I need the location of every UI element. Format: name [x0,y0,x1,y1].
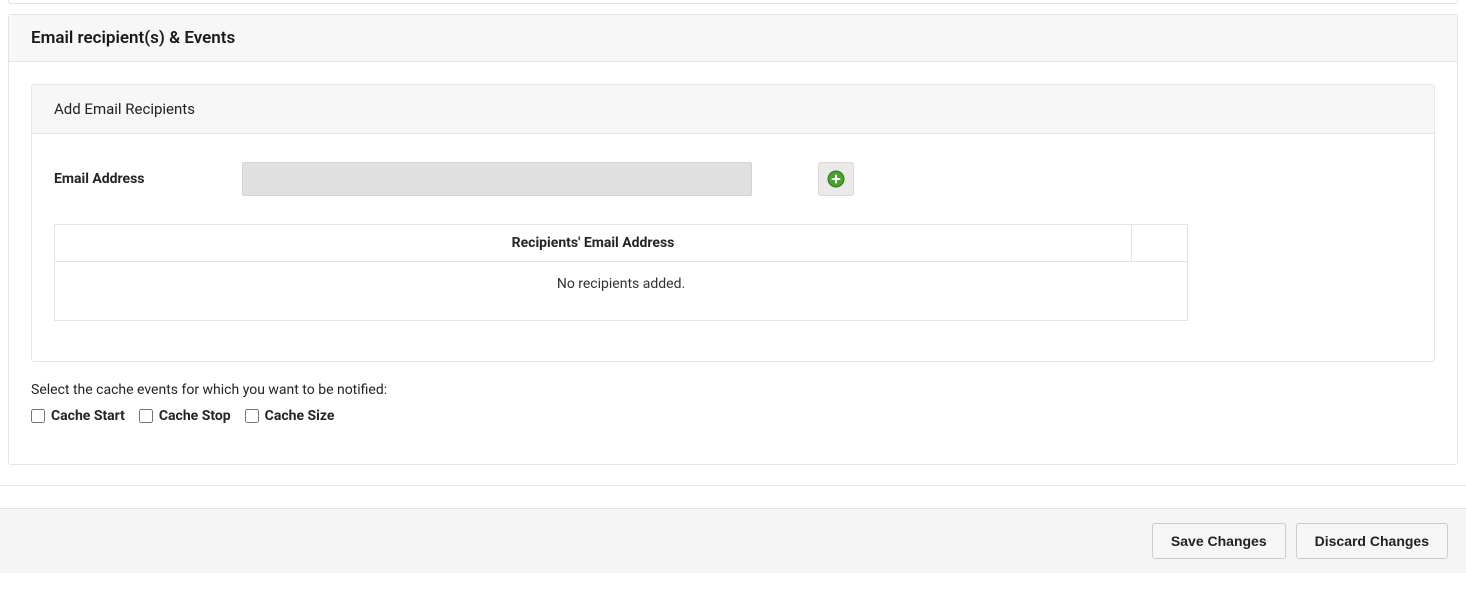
previous-panel-edge [8,0,1458,4]
cache-start-checkbox[interactable] [31,409,45,423]
cache-stop-checkbox[interactable] [139,409,153,423]
separator [0,485,1466,486]
cache-stop-label: Cache Stop [159,408,231,424]
email-address-row: Email Address [54,162,1412,196]
recipients-table-actions-header [1132,225,1188,262]
add-recipient-button[interactable] [818,162,854,196]
events-helper-text: Select the cache events for which you wa… [31,382,1435,398]
plus-circle-icon [827,170,845,188]
cache-size-label: Cache Size [265,408,335,424]
email-events-panel: Email recipient(s) & Events Add Email Re… [8,14,1458,465]
recipients-table-header: Recipients' Email Address [55,225,1132,262]
cache-start-option[interactable]: Cache Start [31,408,125,424]
add-recipients-title: Add Email Recipients [32,85,1434,134]
email-address-label: Email Address [54,171,242,187]
cache-start-label: Cache Start [51,408,125,424]
events-checkbox-group: Cache Start Cache Stop Cache Size [31,408,1435,424]
cache-size-option[interactable]: Cache Size [245,408,335,424]
table-row: No recipients added. [55,262,1188,321]
cache-stop-option[interactable]: Cache Stop [139,408,231,424]
email-address-input[interactable] [242,162,752,196]
save-button[interactable]: Save Changes [1152,523,1286,559]
cache-size-checkbox[interactable] [245,409,259,423]
recipients-empty-message: No recipients added. [55,262,1188,321]
footer-actions: Save Changes Discard Changes [0,508,1466,573]
recipients-table: Recipients' Email Address No recipients … [54,224,1188,321]
add-recipients-panel: Add Email Recipients Email Address [31,84,1435,362]
discard-button[interactable]: Discard Changes [1296,523,1448,559]
panel-title: Email recipient(s) & Events [9,15,1457,62]
